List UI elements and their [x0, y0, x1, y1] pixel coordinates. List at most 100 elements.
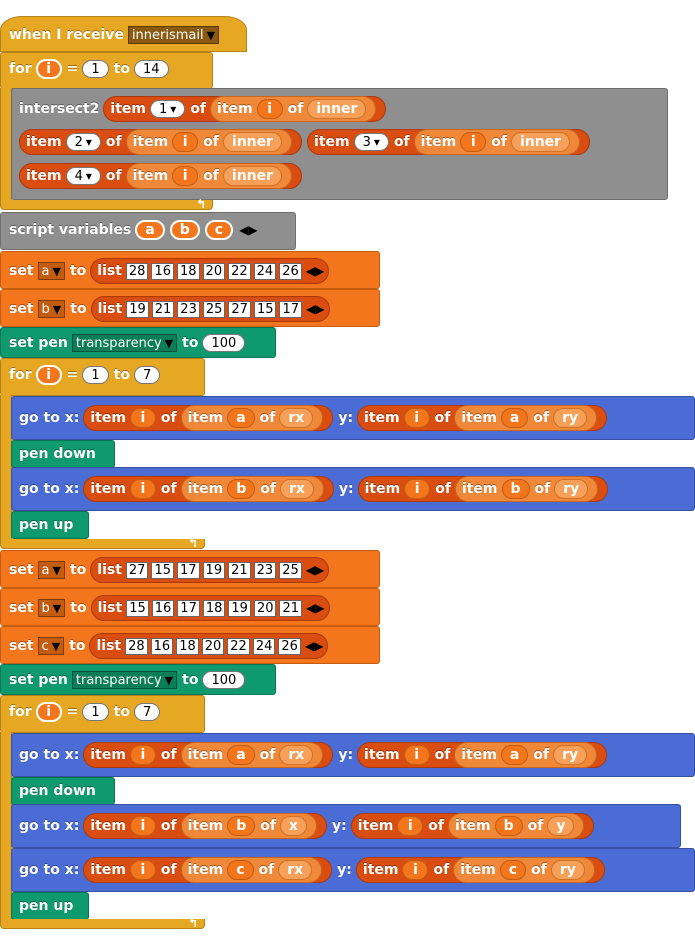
var-rx[interactable]: rx	[278, 860, 313, 880]
expand-arrows-icon[interactable]: ◀▶	[306, 601, 324, 615]
set-a-block-1[interactable]: set a ▼ to list 28 16 18 20 22 24 26 ◀▶	[0, 251, 380, 289]
var-a[interactable]: a	[500, 745, 529, 765]
item-i-of-inner-1[interactable]: item i of inner	[210, 96, 377, 122]
var-b[interactable]: b	[501, 479, 530, 499]
item-var-of-list[interactable]: item b of ry	[454, 476, 599, 502]
list-reporter[interactable]: list 28 16 18 20 22 24 26 ◀▶	[90, 258, 330, 284]
var-i[interactable]: i	[403, 408, 430, 428]
set-var-dropdown[interactable]: c ▼	[37, 637, 65, 655]
list-value[interactable]: 20	[253, 599, 277, 617]
list-value[interactable]: 20	[202, 262, 226, 280]
pen-down-block-1[interactable]: pen down	[11, 440, 115, 468]
list-value[interactable]: 22	[227, 637, 250, 655]
list-reporter[interactable]: list 19 21 23 25 27 15 17 ◀▶	[90, 296, 330, 322]
set-c-block-2[interactable]: set c ▼ to list 28 16 18 20 22 24 26 ◀▶	[0, 626, 380, 664]
list-value[interactable]: 16	[151, 599, 175, 617]
loop-to-input[interactable]: 7	[133, 703, 161, 721]
intersect2-block[interactable]: intersect2 item 1 of item i of inner ite…	[11, 88, 668, 200]
item-reporter-4[interactable]: item 4 of item i of inner	[19, 163, 303, 189]
var-i[interactable]: i	[397, 816, 424, 836]
var-rx[interactable]: rx	[279, 745, 314, 765]
y-item-reporter[interactable]: item i of item b of y	[350, 813, 595, 839]
item-var-of-list[interactable]: item c of rx	[180, 857, 323, 883]
item-reporter-2[interactable]: item 2 of item i of inner	[19, 129, 303, 155]
set-b-block-2[interactable]: set b ▼ to list 15 16 17 18 19 20 21 ◀▶	[0, 588, 380, 626]
go-to-xy-block-1[interactable]: go to x: item i of item a of rx y: item …	[11, 396, 695, 440]
item-var-of-list[interactable]: item c of ry	[453, 857, 595, 883]
list-value[interactable]: 27	[125, 561, 149, 579]
script-var-b[interactable]: b	[169, 220, 200, 240]
x-item-reporter[interactable]: item i of item a of rx	[83, 405, 334, 431]
index-3[interactable]: 3	[353, 133, 389, 151]
list-value[interactable]: 25	[279, 561, 302, 579]
list-value[interactable]: 18	[177, 262, 200, 280]
var-ry[interactable]: ry	[553, 745, 588, 765]
list-value[interactable]: 15	[151, 561, 174, 579]
for-loop-block-1[interactable]: for i = 1 to 14	[0, 52, 213, 89]
for-loop-block-3[interactable]: for i = 1 to 7	[0, 695, 205, 733]
var-ry[interactable]: ry	[554, 479, 589, 499]
index-2[interactable]: 2	[65, 133, 101, 151]
item-var-of-list[interactable]: item a of ry	[454, 405, 598, 431]
set-var-dropdown[interactable]: a ▼	[37, 561, 65, 579]
loop-to-input[interactable]: 14	[133, 60, 169, 78]
var-inner[interactable]: inner	[222, 166, 283, 186]
list-value[interactable]: 17	[279, 300, 303, 318]
pen-value-input[interactable]: 100	[202, 671, 246, 689]
list-value[interactable]: 15	[126, 599, 149, 617]
expand-arrows-icon[interactable]: ◀▶	[306, 563, 324, 577]
var-c[interactable]: c	[227, 860, 254, 880]
item-var-of-list[interactable]: item b of rx	[180, 476, 324, 502]
expand-arrows-icon[interactable]: ◀▶	[306, 264, 324, 278]
go-to-xy-block-4[interactable]: go to x: item i of item b of x y: item i…	[11, 804, 681, 848]
item-var-of-list[interactable]: item b of y	[448, 813, 585, 839]
list-reporter[interactable]: list 28 16 18 20 22 24 26 ◀▶	[89, 633, 329, 659]
pen-property-dropdown[interactable]: transparency ▼	[71, 671, 178, 689]
message-dropdown[interactable]: innerismail ▼	[127, 26, 220, 44]
list-value[interactable]: 17	[177, 561, 200, 579]
var-a[interactable]: a	[227, 408, 255, 428]
list-value[interactable]: 26	[279, 262, 302, 280]
set-pen-block-1[interactable]: set pen transparency ▼ to 100	[0, 327, 276, 358]
var-rx[interactable]: rx	[279, 479, 314, 499]
list-value[interactable]: 27	[228, 300, 251, 318]
list-value[interactable]: 23	[253, 561, 277, 579]
var-b[interactable]: b	[227, 479, 256, 499]
var-x[interactable]: x	[279, 816, 307, 836]
list-value[interactable]: 17	[177, 599, 200, 617]
pen-up-block-1[interactable]: pen up	[11, 511, 89, 539]
var-i[interactable]: i	[404, 479, 431, 499]
list-value[interactable]: 24	[252, 637, 276, 655]
list-value[interactable]: 21	[228, 561, 251, 579]
list-value[interactable]: 18	[202, 599, 226, 617]
var-y[interactable]: y	[547, 816, 575, 836]
set-b-block-1[interactable]: set b ▼ to list 19 21 23 25 27 15 17 ◀▶	[0, 289, 380, 327]
var-b[interactable]: b	[494, 816, 523, 836]
y-item-reporter[interactable]: item i of item a of ry	[357, 405, 608, 431]
list-value[interactable]: 28	[125, 262, 149, 280]
set-var-dropdown[interactable]: b ▼	[37, 300, 66, 318]
y-item-reporter[interactable]: item i of item a of ry	[357, 742, 608, 768]
var-i[interactable]: i	[402, 860, 429, 880]
list-reporter[interactable]: list 27 15 17 19 21 23 25 ◀▶	[90, 557, 330, 583]
item-var-of-list[interactable]: item b of x	[180, 813, 317, 839]
var-i[interactable]: i	[129, 408, 156, 428]
var-inner[interactable]: inner	[222, 132, 283, 152]
pen-up-block-2[interactable]: pen up	[11, 892, 89, 920]
expand-arrows-icon[interactable]: ◀▶	[305, 639, 323, 653]
list-value[interactable]: 18	[176, 637, 199, 655]
item-i-of-inner-3[interactable]: item i of inner	[413, 129, 581, 155]
var-a[interactable]: a	[227, 745, 255, 765]
list-value[interactable]: 26	[278, 637, 301, 655]
var-a[interactable]: a	[500, 408, 529, 428]
index-4[interactable]: 4	[65, 167, 101, 185]
expand-arrows-icon[interactable]: ◀▶	[239, 223, 257, 237]
var-i[interactable]: i	[256, 99, 283, 119]
loop-from-input[interactable]: 1	[82, 703, 109, 721]
loop-var-i[interactable]: i	[35, 702, 62, 722]
for-loop-block-2[interactable]: for i = 1 to 7	[0, 358, 205, 396]
y-item-reporter[interactable]: item i of item b of ry	[357, 476, 609, 502]
go-to-xy-block-2[interactable]: go to x: item i of item b of rx y: item …	[11, 467, 695, 511]
set-a-block-2[interactable]: set a ▼ to list 27 15 17 19 21 23 25 ◀▶	[0, 550, 380, 588]
list-reporter[interactable]: list 15 16 17 18 19 20 21 ◀▶	[90, 595, 330, 621]
